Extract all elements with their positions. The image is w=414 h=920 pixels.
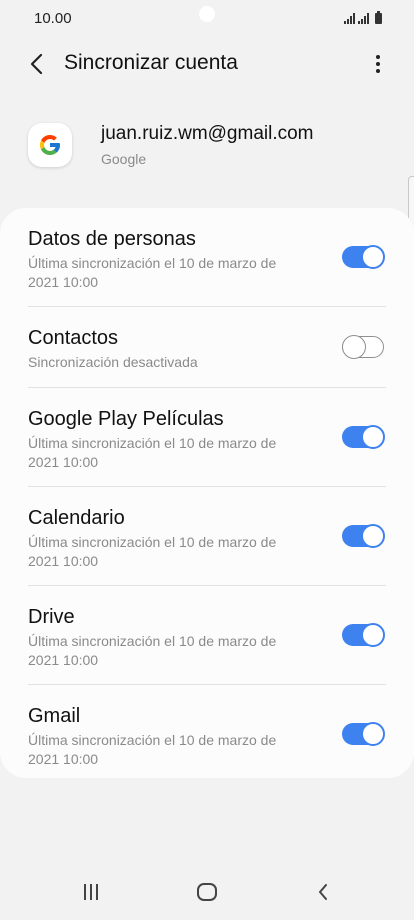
account-provider: Google (101, 151, 147, 167)
toggle-knob (361, 524, 385, 548)
page-title: Sincronizar cuenta (64, 51, 238, 74)
sync-toggle[interactable] (342, 524, 385, 548)
google-logo-icon (40, 135, 60, 155)
status-time: 10.00 (34, 10, 72, 27)
app-bar: Sincronizar cuenta (0, 40, 414, 88)
sync-item-subtitle: Última sincronización el 10 de marzo de … (28, 435, 277, 470)
toggle-knob (361, 245, 385, 269)
sync-item-google-play-peliculas[interactable]: Google Play Películas Última sincronizac… (28, 388, 386, 487)
chevron-left-icon (30, 53, 43, 75)
sync-item-calendario[interactable]: Calendario Última sincronización el 10 d… (28, 487, 386, 586)
account-email: juan.ruiz.wm@gmail.com (101, 123, 314, 144)
sync-item-title: Datos de personas (28, 228, 196, 250)
recents-icon (84, 884, 98, 900)
toggle-knob (341, 334, 366, 359)
back-button[interactable] (22, 50, 50, 78)
back-nav-button[interactable] (303, 878, 343, 906)
sync-item-datos-de-personas[interactable]: Datos de personas Última sincronización … (28, 208, 386, 307)
sync-list: Datos de personas Última sincronización … (0, 208, 414, 778)
account-header: juan.ruiz.wm@gmail.com Google (0, 120, 414, 180)
sync-item-subtitle: Última sincronización el 10 de marzo de … (28, 633, 277, 668)
sync-item-title: Google Play Películas (28, 408, 224, 430)
home-icon (197, 883, 217, 901)
more-vertical-icon (376, 55, 380, 73)
sync-item-subtitle: Última sincronización el 10 de marzo de … (28, 255, 277, 290)
sync-item-gmail[interactable]: Gmail Última sincronización el 10 de mar… (28, 685, 386, 778)
sync-item-subtitle: Última sincronización el 10 de marzo de … (28, 534, 277, 569)
more-options-button[interactable] (364, 50, 392, 78)
toggle-knob (361, 722, 385, 746)
toggle-knob (361, 623, 385, 647)
front-camera (199, 6, 215, 22)
navigation-bar (0, 864, 414, 920)
sync-toggle[interactable] (341, 334, 384, 359)
sync-item-subtitle: Sincronización desactivada (28, 354, 198, 370)
back-icon (319, 884, 327, 900)
sync-item-contactos[interactable]: Contactos Sincronización desactivada (28, 307, 386, 388)
sync-toggle[interactable] (342, 425, 385, 449)
status-icons (344, 11, 382, 24)
status-bar: 10.00 (0, 0, 414, 40)
sync-toggle[interactable] (342, 623, 385, 647)
account-logo (28, 123, 72, 167)
sync-item-subtitle: Última sincronización el 10 de marzo de … (28, 732, 277, 767)
recents-button[interactable] (71, 878, 111, 906)
sync-toggle[interactable] (342, 722, 385, 746)
sync-item-title: Drive (28, 606, 75, 628)
sync-toggle[interactable] (342, 245, 385, 269)
signal-icon (344, 12, 355, 24)
toggle-knob (361, 425, 385, 449)
sync-item-title: Calendario (28, 507, 125, 529)
home-button[interactable] (187, 878, 227, 906)
signal-icon (358, 12, 369, 24)
sync-item-title: Contactos (28, 327, 119, 349)
screen: 10.00 Sincronizar cuenta juan.ruiz.wm@gm… (0, 0, 414, 920)
sync-item-drive[interactable]: Drive Última sincronización el 10 de mar… (28, 586, 386, 685)
battery-icon (375, 11, 382, 24)
sync-item-title: Gmail (28, 705, 81, 727)
